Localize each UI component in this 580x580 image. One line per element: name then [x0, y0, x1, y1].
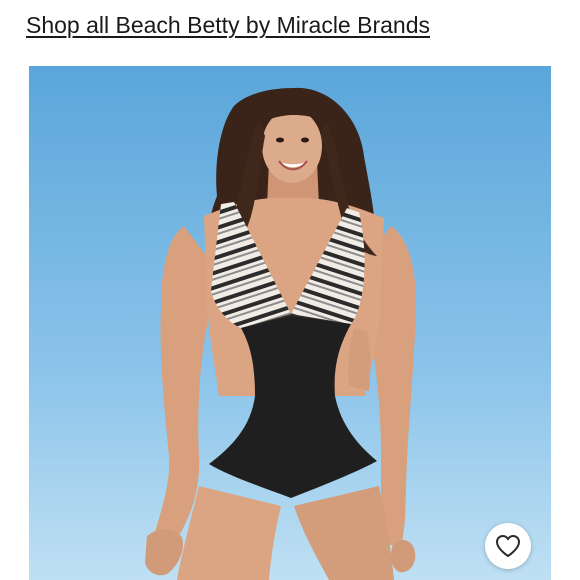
shop-all-brand-link[interactable]: Shop all Beach Betty by Miracle Brands	[26, 10, 430, 40]
listing-page: Shop all Beach Betty by Miracle Brands	[0, 0, 580, 580]
product-photo-illustration	[29, 66, 551, 580]
product-photo[interactable]	[29, 66, 551, 580]
like-button[interactable]	[485, 523, 531, 569]
heart-outline-icon	[496, 535, 520, 557]
